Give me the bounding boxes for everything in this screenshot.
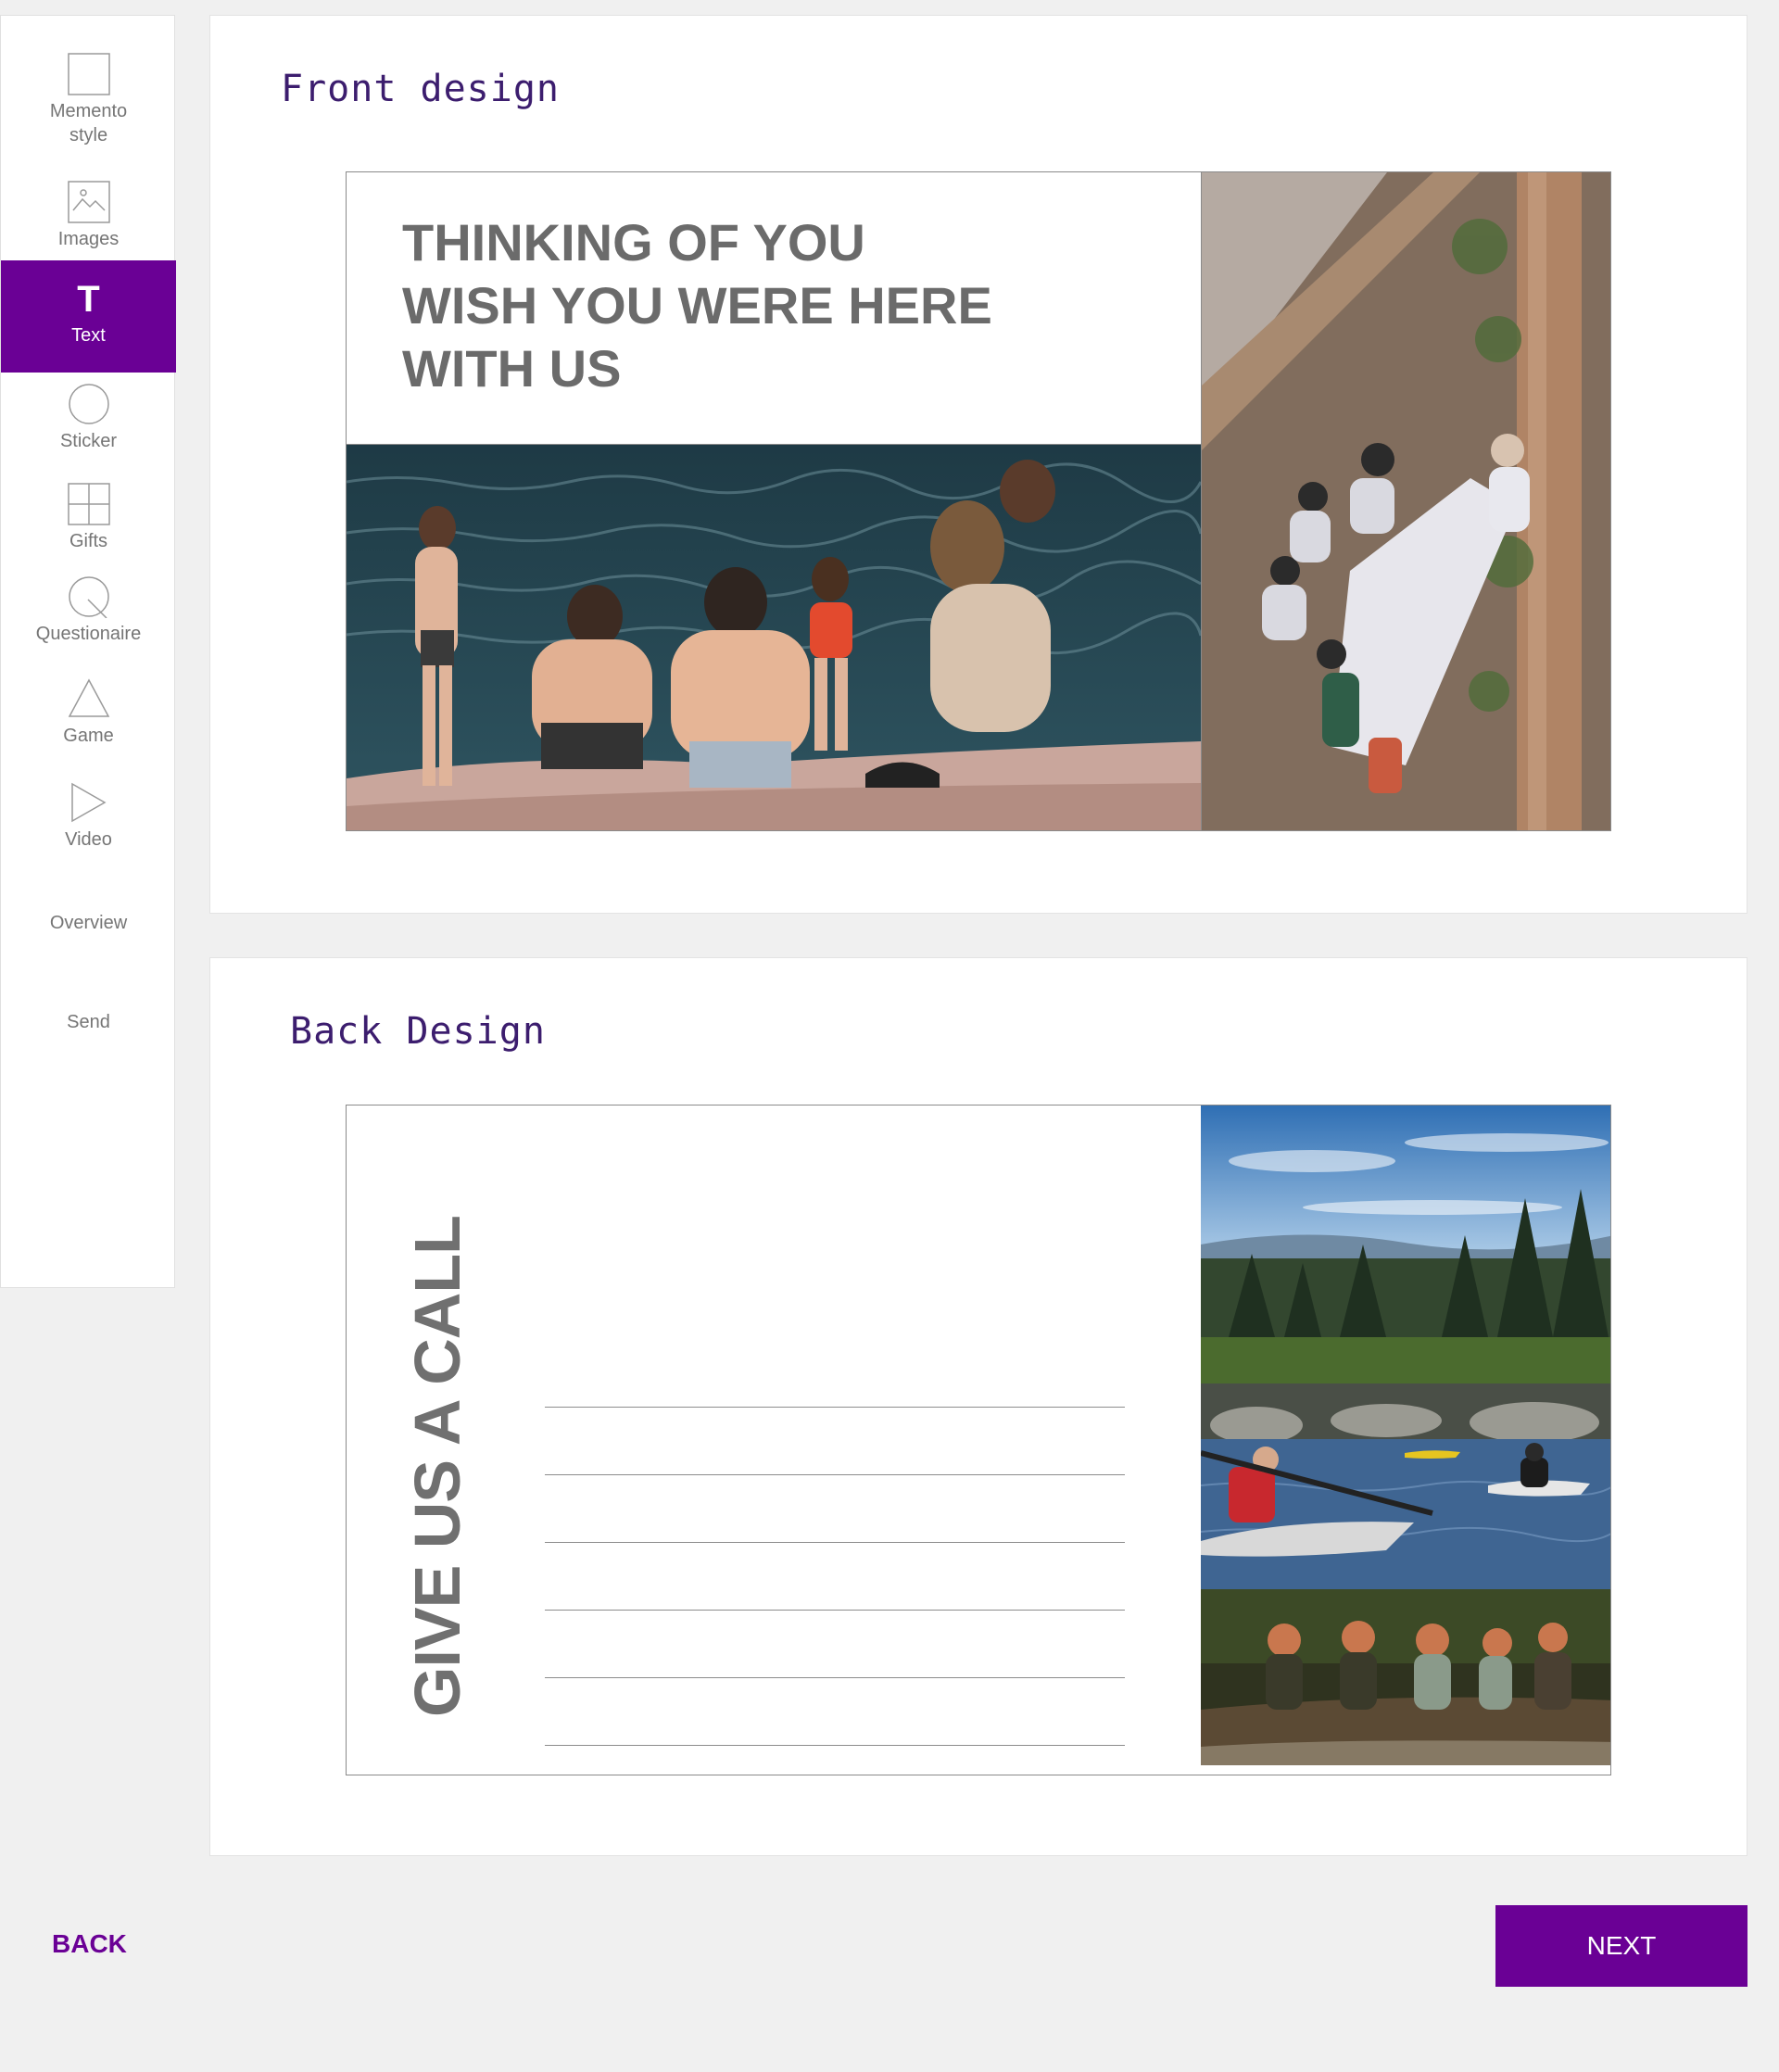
front-card[interactable]: THINKING OF YOU WISH YOU WERE HERE WITH … (346, 171, 1611, 831)
back-card[interactable]: GIVE US A CALL (346, 1105, 1611, 1775)
play-icon (70, 782, 107, 823)
next-button[interactable]: NEXT (1495, 1905, 1747, 1987)
friends-sitting-on-log-photo[interactable] (1201, 1589, 1610, 1765)
kayak-photo-graphic (1201, 1383, 1610, 1589)
circle-icon (68, 384, 109, 424)
sidebar-item-label: Text (71, 325, 106, 346)
sidebar-item-gifts[interactable]: Gifts (1, 483, 176, 566)
sidebar-item-label: Memento (49, 101, 128, 121)
front-text-line: THINKING OF YOU (402, 213, 865, 272)
address-line (545, 1610, 1125, 1611)
sidebar-item-label: Overview (49, 913, 128, 933)
friends-on-rocks-by-lake-photo[interactable] (347, 444, 1201, 830)
image-icon (67, 181, 110, 223)
sidebar-item-questionaire[interactable]: Questionaire (1, 575, 176, 659)
address-line (545, 1745, 1125, 1746)
dinner-photo-graphic (1202, 172, 1610, 830)
text-icon: T (77, 279, 100, 320)
sidebar-item-text[interactable]: T Text (1, 260, 176, 373)
front-design-title: Front design (281, 68, 560, 110)
log-photo-graphic (1201, 1589, 1610, 1765)
family-dinner-under-pergola-photo[interactable] (1201, 172, 1610, 830)
front-text-line: WITH US (402, 339, 622, 398)
sidebar-item-memento-style[interactable]: Memento style (1, 53, 176, 164)
kayakers-on-lake-photo[interactable] (1201, 1383, 1610, 1589)
landscape-photo-graphic (1201, 1105, 1610, 1383)
front-design-panel: Front design THINKING OF YOU WISH YOU WE… (209, 15, 1747, 914)
sidebar-item-label: Images (57, 229, 120, 249)
sidebar-item-label: Questionaire (35, 624, 142, 644)
grid-icon (67, 483, 110, 525)
square-icon (67, 53, 110, 95)
sidebar-item-label-line2: style (69, 125, 108, 145)
sidebar-item-label: Send (67, 1012, 110, 1032)
back-card-vertical-text[interactable]: GIVE US A CALL (400, 1216, 474, 1717)
sidebar: Memento style Images T Text Sticker Gift… (0, 15, 176, 1288)
sidebar-item-label: Game (63, 726, 114, 746)
address-line (545, 1474, 1125, 1475)
sidebar-item-images[interactable]: Images (1, 181, 176, 264)
sidebar-item-label: Gifts (69, 531, 108, 551)
sidebar-item-send[interactable]: Send (1, 1010, 176, 1047)
magnifier-icon (68, 576, 109, 618)
sidebar-item-label: Video (65, 829, 112, 850)
address-line (545, 1542, 1125, 1543)
back-design-panel: Back Design GIVE US A CALL (209, 957, 1747, 1856)
triangle-icon (68, 678, 109, 717)
sidebar-item-overview[interactable]: Overview (1, 911, 176, 948)
front-card-text[interactable]: THINKING OF YOU WISH YOU WERE HERE WITH … (402, 211, 992, 400)
back-button[interactable]: BACK (52, 1929, 127, 1959)
sidebar-item-game[interactable]: Game (1, 677, 176, 761)
sidebar-item-sticker[interactable]: Sticker (1, 383, 176, 466)
sidebar-item-video[interactable]: Video (1, 781, 176, 865)
back-design-title: Back Design (290, 1010, 546, 1053)
mountain-forest-landscape-photo[interactable] (1201, 1105, 1610, 1383)
sidebar-item-label: Sticker (59, 431, 118, 451)
front-text-line: WISH YOU WERE HERE (402, 276, 992, 335)
address-line (545, 1407, 1125, 1408)
address-line (545, 1677, 1125, 1678)
lake-photo-graphic (347, 445, 1201, 830)
